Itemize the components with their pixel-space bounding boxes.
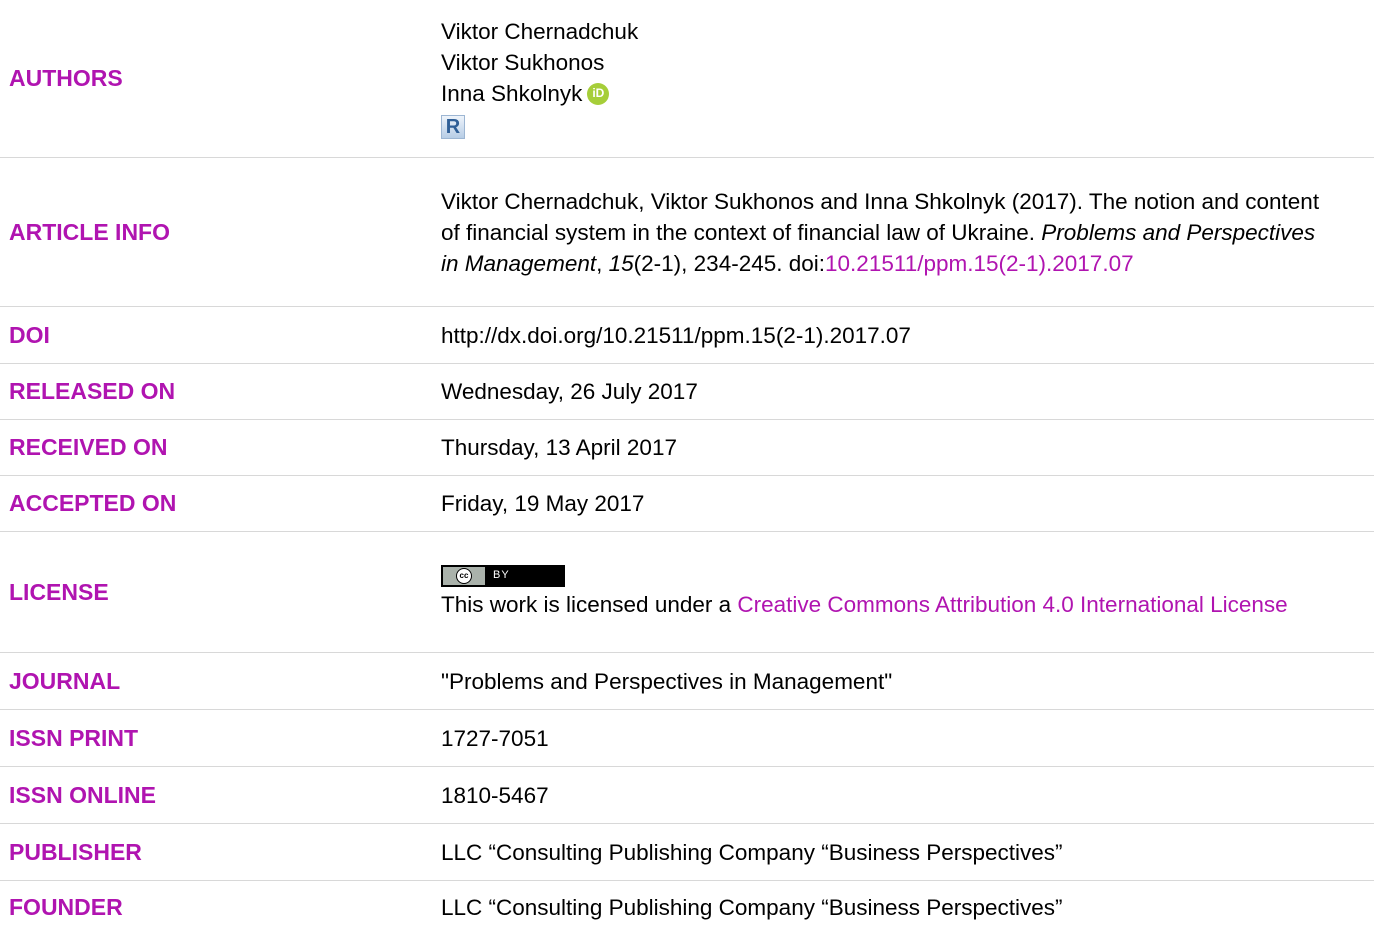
author-line-orcid: Inna Shkolnyk iD xyxy=(441,78,1334,109)
license-text: This work is licensed under a Creative C… xyxy=(441,589,1334,620)
author-name: Inna Shkolnyk xyxy=(441,81,583,107)
issn-print-row: ISSN PRINT 1727-7051 xyxy=(0,710,1374,767)
authors-row: AUTHORS Viktor Chernadchuk Viktor Sukhon… xyxy=(0,0,1374,158)
issn-print-label: ISSN PRINT xyxy=(9,724,139,751)
license-link[interactable]: Creative Commons Attribution 4.0 Interna… xyxy=(737,592,1287,617)
founder-label: FOUNDER xyxy=(9,894,123,920)
issn-online-value: 1810-5467 xyxy=(441,782,549,808)
authors-label: AUTHORS xyxy=(9,65,123,91)
accepted-value: Friday, 19 May 2017 xyxy=(441,491,645,516)
issn-online-label: ISSN ONLINE xyxy=(9,781,156,808)
article-info-row: ARTICLE INFO Viktor Chernadchuk, Viktor … xyxy=(0,158,1374,307)
doi-value: http://dx.doi.org/10.21511/ppm.15(2-1).2… xyxy=(441,322,911,348)
founder-value: LLC “Consulting Publishing Company “Busi… xyxy=(441,895,1063,920)
accepted-label: ACCEPTED ON xyxy=(9,490,177,516)
author-name: Viktor Chernadchuk xyxy=(441,19,639,45)
researcherid-icon[interactable]: R xyxy=(441,115,465,140)
citation-issue-pages: (2-1), 234-245. doi: xyxy=(633,250,826,276)
article-metadata-table: AUTHORS Viktor Chernadchuk Viktor Sukhon… xyxy=(0,0,1374,934)
journal-value: "Problems and Perspectives in Management… xyxy=(441,668,893,694)
founder-row: FOUNDER LLC “Consulting Publishing Compa… xyxy=(0,881,1374,934)
orcid-icon[interactable]: iD xyxy=(587,82,610,105)
citation-comma: , xyxy=(596,250,609,276)
journal-label: JOURNAL xyxy=(9,667,121,694)
released-label: RELEASED ON xyxy=(9,378,176,404)
accepted-row: ACCEPTED ON Friday, 19 May 2017 xyxy=(0,476,1374,532)
citation-volume: 15 xyxy=(608,250,634,276)
released-row: RELEASED ON Wednesday, 26 July 2017 xyxy=(0,364,1374,420)
cc-badge-left: cc xyxy=(443,566,485,585)
publisher-label: PUBLISHER xyxy=(9,838,142,865)
received-row: RECEIVED ON Thursday, 13 April 2017 xyxy=(0,420,1374,476)
article-info-label: ARTICLE INFO xyxy=(9,218,170,245)
issn-online-row: ISSN ONLINE 1810-5467 xyxy=(0,767,1374,824)
doi-row: DOI http://dx.doi.org/10.21511/ppm.15(2-… xyxy=(0,307,1374,364)
received-value: Thursday, 13 April 2017 xyxy=(441,435,677,460)
publisher-row: PUBLISHER LLC “Consulting Publishing Com… xyxy=(0,824,1374,881)
license-value: cc BY This work is licensed under a Crea… xyxy=(441,564,1374,620)
journal-row: JOURNAL "Problems and Perspectives in Ma… xyxy=(0,653,1374,710)
license-label: LICENSE xyxy=(9,578,109,605)
issn-print-value: 1727-7051 xyxy=(441,725,549,751)
cc-by-text: BY xyxy=(493,569,510,581)
doi-label: DOI xyxy=(9,321,50,348)
released-value: Wednesday, 26 July 2017 xyxy=(441,379,698,404)
citation-doi-link[interactable]: 10.21511/ppm.15(2-1).2017.07 xyxy=(825,251,1134,276)
received-label: RECEIVED ON xyxy=(9,434,168,460)
authors-value: Viktor Chernadchuk Viktor Sukhonos Inna … xyxy=(441,16,1374,141)
article-info-citation: Viktor Chernadchuk, Viktor Sukhonos and … xyxy=(441,186,1374,279)
cc-by-badge-icon[interactable]: cc BY xyxy=(441,564,565,587)
license-prefix: This work is licensed under a xyxy=(441,591,738,617)
publisher-value: LLC “Consulting Publishing Company “Busi… xyxy=(441,839,1063,865)
cc-logo-icon: cc xyxy=(456,567,472,584)
license-row: LICENSE cc BY This work is licensed unde… xyxy=(0,532,1374,653)
author-name: Viktor Sukhonos xyxy=(441,50,605,76)
